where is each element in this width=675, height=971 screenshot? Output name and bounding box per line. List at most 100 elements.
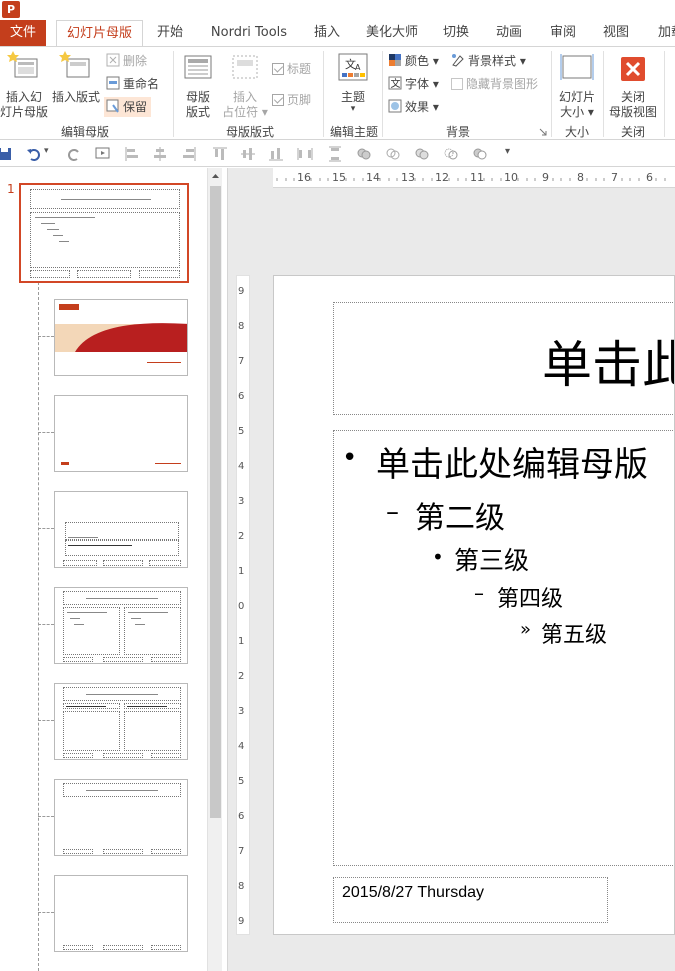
thumb-left-content xyxy=(63,607,120,655)
group-separator xyxy=(603,51,604,137)
tab-nordri-tools[interactable]: Nordri Tools xyxy=(203,20,295,46)
effects-button[interactable]: 效果 ▾ xyxy=(388,97,439,117)
colors-icon xyxy=(389,54,401,66)
align-top-icon[interactable] xyxy=(212,146,228,162)
insert-slide-master-label-line2: 灯片母版 xyxy=(0,105,49,119)
shape-combine-icon[interactable] xyxy=(385,146,401,162)
shape-intersect-icon[interactable] xyxy=(443,146,459,162)
master-slide-thumbnail[interactable] xyxy=(19,183,189,283)
slideshow-from-start-icon[interactable] xyxy=(95,146,111,162)
save-icon[interactable] xyxy=(0,146,13,162)
thumb-title-placeholder xyxy=(30,189,180,209)
customize-toolbar-dropdown-icon[interactable]: ▾ xyxy=(505,146,510,157)
colors-label: 颜色 xyxy=(405,54,430,68)
footer-checkbox-box[interactable] xyxy=(272,94,284,106)
scrollbar-thumb[interactable] xyxy=(210,186,221,818)
tab-animations[interactable]: 动画 xyxy=(490,20,528,46)
layout-thumbnail-title[interactable] xyxy=(54,299,188,376)
hide-background-graphics-label: 隐藏背景图形 xyxy=(466,77,539,91)
body-level3-text[interactable]: 第三级 xyxy=(454,541,529,577)
shape-union-icon[interactable] xyxy=(356,146,372,162)
thumb-left-heading xyxy=(63,703,120,709)
ruler-label: 12 xyxy=(435,171,449,184)
tab-slide-master[interactable]: 幻灯片母版 xyxy=(56,20,143,47)
tab-home[interactable]: 开始 xyxy=(150,20,190,46)
insert-placeholder-button[interactable]: 插入 占位符 ▾ xyxy=(222,51,268,120)
layout-thumbnail-comparison[interactable] xyxy=(54,683,188,760)
tab-view[interactable]: 视图 xyxy=(597,20,635,46)
slide-size-label-line2: 大小 xyxy=(560,105,585,119)
powerpoint-app-icon[interactable]: P xyxy=(2,1,20,18)
distribute-horizontally-icon[interactable] xyxy=(297,146,313,162)
align-left-icon[interactable] xyxy=(124,146,140,162)
tab-addins[interactable]: 加载 xyxy=(652,20,675,46)
vertical-ruler[interactable]: 9 8 7 6 5 4 3 2 1 0 1 2 3 4 5 6 7 8 9 xyxy=(236,275,250,935)
body-level2-text[interactable]: 第二级 xyxy=(415,493,505,537)
thumb-logo xyxy=(59,304,79,310)
align-middle-icon[interactable] xyxy=(240,146,256,162)
rename-button[interactable]: 重命名 xyxy=(106,74,159,94)
layout-thumbnail-section-header[interactable] xyxy=(54,491,188,568)
preserve-button[interactable]: 保留 xyxy=(104,97,152,117)
title-placeholder-text[interactable]: 单击此 xyxy=(542,325,674,397)
thumb-title-placeholder xyxy=(63,783,181,797)
background-styles-button[interactable]: 背景样式 ▾ xyxy=(451,51,526,71)
hide-background-graphics-box[interactable] xyxy=(451,78,463,90)
body-level5-text[interactable]: 第五级 xyxy=(541,617,607,649)
align-center-icon[interactable] xyxy=(152,146,168,162)
shape-fragment-icon[interactable] xyxy=(414,146,430,162)
layout-tree-branch xyxy=(38,720,54,721)
insert-layout-label: 插入版式 xyxy=(51,90,100,104)
ruler-label: 4 xyxy=(238,461,245,472)
master-layout-button[interactable]: 母版 版式 xyxy=(178,51,218,120)
layout-thumbnail-title-only[interactable] xyxy=(54,779,188,856)
delete-label: 删除 xyxy=(123,54,148,68)
horizontal-ruler[interactable]: 16 15 14 13 12 11 10 9 8 7 6 xyxy=(273,168,675,188)
title-checkbox-box[interactable] xyxy=(272,63,284,75)
layout-thumbnail-two-content[interactable] xyxy=(54,587,188,664)
tab-review[interactable]: 审阅 xyxy=(544,20,582,46)
tab-beautify-master[interactable]: 美化大师 xyxy=(362,20,422,46)
body-level4-text[interactable]: 第四级 xyxy=(497,581,563,613)
footer-checkbox[interactable]: 页脚 xyxy=(272,90,311,110)
bullet-level1-icon: • xyxy=(342,443,358,473)
ruler-label: 11 xyxy=(470,171,484,184)
date-placeholder-text[interactable]: 2015/8/27 Thursday xyxy=(342,884,484,902)
scroll-up-arrow-icon[interactable] xyxy=(208,168,223,184)
tab-insert[interactable]: 插入 xyxy=(308,20,346,46)
align-right-icon[interactable] xyxy=(181,146,197,162)
redo-icon[interactable] xyxy=(66,146,82,162)
thumb-footer-placeholder xyxy=(103,560,143,566)
tab-file[interactable]: 文件 xyxy=(0,20,46,46)
insert-layout-button[interactable]: 插入版式 xyxy=(50,51,102,104)
body-text-placeholder[interactable]: • 单击此处编辑母版 – 第二级 • 第三级 – 第四级 » 第五级 xyxy=(333,430,674,866)
insert-slide-master-label-line1: 插入幻 xyxy=(5,90,42,104)
shape-subtract-icon[interactable] xyxy=(472,146,488,162)
align-bottom-icon[interactable] xyxy=(268,146,284,162)
title-checkbox[interactable]: 标题 xyxy=(272,59,311,79)
close-master-view-button[interactable]: 关闭 母版视图 xyxy=(606,51,660,120)
distribute-vertically-icon[interactable] xyxy=(327,146,343,162)
delete-button[interactable]: 删除 xyxy=(106,51,147,71)
slide-size-button[interactable]: 幻灯片 大小 ▾ xyxy=(554,51,600,120)
insert-slide-master-button[interactable]: 插入幻 灯片母版 xyxy=(0,51,48,120)
theme-button[interactable]: 文 A 主题 ▾ xyxy=(330,51,376,114)
undo-icon[interactable] xyxy=(26,146,42,162)
layout-thumbnail-blank[interactable] xyxy=(54,875,188,952)
layout-tree-line xyxy=(38,282,39,971)
slide-master-canvas[interactable]: 单击此 • 单击此处编辑母版 – 第二级 • 第三级 – 第四级 » 第五级 2… xyxy=(273,275,675,935)
fonts-button[interactable]: 文字体 ▾ xyxy=(388,74,439,94)
tab-transitions[interactable]: 切换 xyxy=(437,20,475,46)
thumbnail-pane-scrollbar[interactable] xyxy=(207,168,222,971)
title-placeholder[interactable]: 单击此 xyxy=(333,302,674,415)
date-placeholder[interactable]: 2015/8/27 Thursday xyxy=(333,877,608,923)
background-dialog-launcher-icon[interactable] xyxy=(539,128,547,136)
close-master-view-label-line1: 关闭 xyxy=(620,90,645,104)
colors-button[interactable]: 颜色 ▾ xyxy=(388,51,439,71)
footer-checkbox-label: 页脚 xyxy=(287,93,312,107)
undo-dropdown-icon[interactable]: ▾ xyxy=(44,146,49,156)
body-level1-text[interactable]: 单击此处编辑母版 xyxy=(376,437,648,486)
hide-background-graphics-checkbox[interactable]: 隐藏背景图形 xyxy=(451,74,538,94)
bullet-level2-icon: – xyxy=(386,497,399,527)
layout-thumbnail-blank-logo[interactable] xyxy=(54,395,188,472)
